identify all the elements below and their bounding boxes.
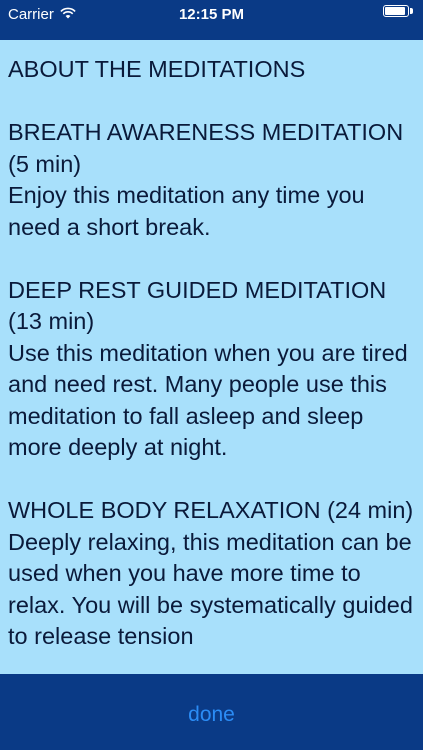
section-title: WHOLE BODY RELAXATION (24 min) bbox=[8, 497, 414, 523]
section-title: DEEP REST GUIDED MEDITATION (13 min) bbox=[8, 276, 387, 335]
status-bar: Carrier 12:15 PM bbox=[0, 0, 423, 40]
heading-text: ABOUT THE MEDITATIONS bbox=[8, 56, 306, 82]
section-body: Use this meditation when you are tired a… bbox=[8, 339, 408, 461]
done-button[interactable]: done bbox=[0, 702, 423, 728]
section-body: Deeply relaxing, this meditation can be … bbox=[8, 528, 413, 650]
bottom-toolbar: done bbox=[0, 674, 423, 750]
meditations-content[interactable]: ABOUT THE MEDITATIONS BREATH AWARENESS M… bbox=[0, 40, 423, 674]
section-body: Enjoy this meditation any time you need … bbox=[8, 182, 365, 240]
battery-icon bbox=[383, 5, 415, 19]
status-time: 12:15 PM bbox=[178, 6, 245, 23]
section-title: BREATH AWARENESS MEDITATION (5 min) bbox=[8, 119, 404, 177]
section-breath-awareness: BREATH AWARENESS MEDITATION (5 min) Enjo… bbox=[8, 117, 415, 243]
page-heading: ABOUT THE MEDITATIONS bbox=[8, 54, 415, 86]
section-deep-rest: DEEP REST GUIDED MEDITATION (13 min) Use… bbox=[8, 275, 415, 464]
section-whole-body: WHOLE BODY RELAXATION (24 min) Deeply re… bbox=[8, 495, 415, 653]
